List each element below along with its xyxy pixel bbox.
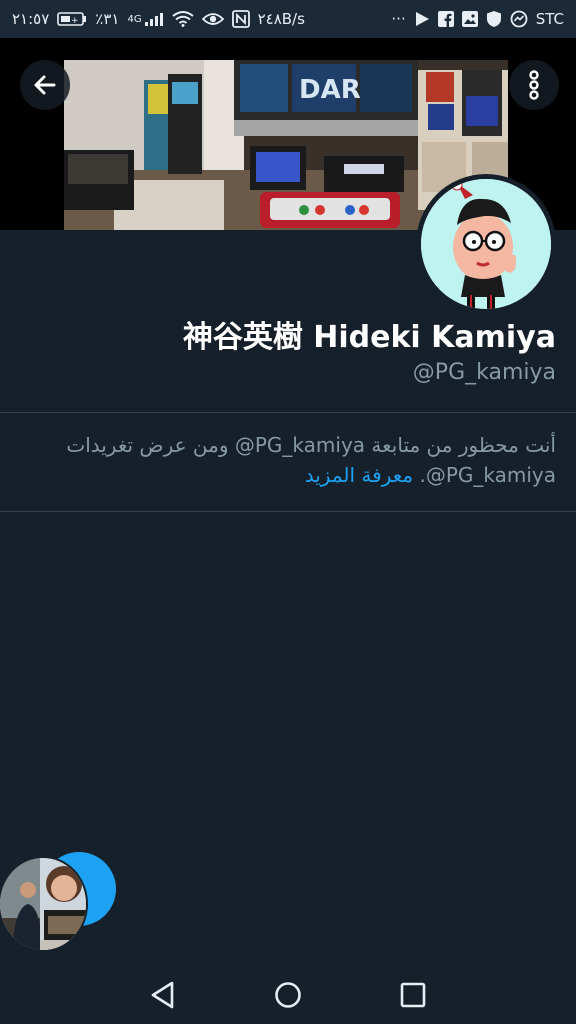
- triangle-back-icon: [150, 981, 176, 1009]
- back-arrow-icon: [32, 72, 58, 98]
- notifications-more: ···: [391, 10, 406, 28]
- nav-back-button[interactable]: [143, 975, 183, 1015]
- status-time: ٢١:٥٧: [12, 10, 50, 28]
- nfc-icon: [231, 10, 250, 28]
- back-button[interactable]: [20, 60, 70, 110]
- avatar-illustration: [421, 179, 551, 309]
- carrier-name: STC: [535, 10, 564, 28]
- eye-icon: [201, 12, 224, 26]
- facebook-icon: [437, 11, 454, 27]
- signal-icon: 4G: [127, 11, 163, 27]
- android-nav-bar: [0, 966, 576, 1024]
- divider-bottom: [0, 511, 576, 512]
- play-store-icon: [414, 11, 430, 27]
- more-vertical-icon: [526, 70, 542, 100]
- nav-recents-button[interactable]: [393, 975, 433, 1015]
- learn-more-link[interactable]: معرفة المزيد: [305, 463, 413, 487]
- network-type: 4G: [127, 13, 142, 25]
- network-speed: ٢٤٨B/s: [257, 10, 305, 28]
- battery-percent: ٪٣١: [95, 10, 120, 28]
- square-recents-icon: [400, 982, 426, 1008]
- nav-home-button[interactable]: [268, 975, 308, 1015]
- messenger-icon: [510, 10, 528, 28]
- status-bar: ٢١:٥٧ + ٪٣١ 4G ٢٤٨B/s ··· STC: [0, 0, 576, 38]
- profile-name: 神谷英樹 Hideki Kamiya: [182, 320, 556, 355]
- profile-avatar[interactable]: [416, 174, 556, 314]
- divider-top: [0, 412, 576, 413]
- circle-home-icon: [274, 981, 302, 1009]
- shield-icon: [486, 10, 502, 28]
- battery-icon: +: [57, 11, 87, 27]
- fleet-avatar[interactable]: [0, 856, 88, 952]
- wifi-icon: [171, 11, 194, 27]
- blocked-notice: أنت محظور من متابعة ‎@PG_kamiya‎ ومن عرض…: [20, 430, 556, 490]
- status-right: ··· STC: [391, 10, 564, 28]
- more-options-button[interactable]: [509, 60, 559, 110]
- svg-text:+: +: [71, 16, 79, 26]
- status-left: ٢١:٥٧ + ٪٣١ 4G ٢٤٨B/s: [12, 10, 305, 28]
- profile-handle: @PG_kamiya: [412, 360, 556, 385]
- gallery-icon: [461, 11, 478, 27]
